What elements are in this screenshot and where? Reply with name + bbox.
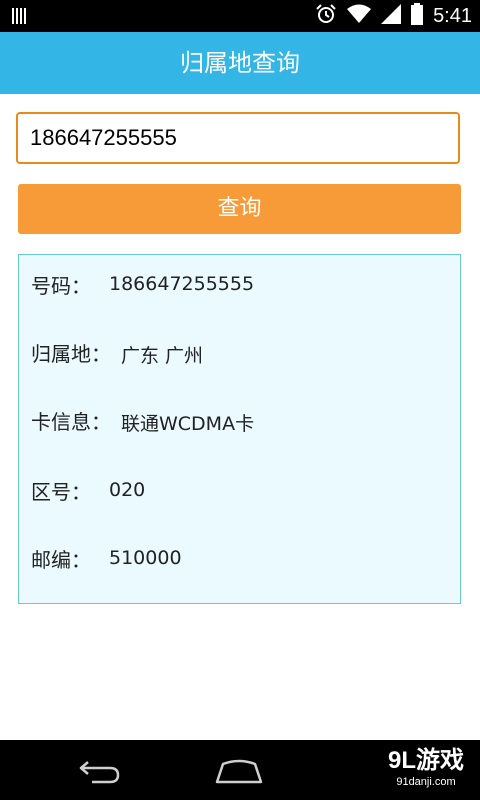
back-icon[interactable] — [78, 758, 122, 788]
app-bar: 归属地查询 — [0, 32, 480, 94]
alarm-icon — [315, 3, 337, 29]
status-time: 5:41 — [433, 5, 472, 27]
result-row-card-info: 卡信息： — [31, 405, 111, 435]
page-title: 归属地查询 — [180, 49, 300, 77]
result-label: 邮编： — [31, 547, 91, 572]
result-row-postcode: 邮编： — [31, 543, 91, 573]
result-row-area-code: 区号： — [31, 475, 91, 505]
battery-icon — [411, 3, 424, 29]
navigation-bar: 9L游戏 91danji.com — [0, 740, 480, 800]
result-label: 区号： — [31, 479, 91, 504]
result-label: 号码： — [31, 273, 91, 298]
result-row-location: 归属地： — [31, 337, 111, 367]
result-value: 186647255555 — [109, 273, 255, 295]
query-button[interactable]: 查询 — [18, 184, 461, 234]
result-row-number: 号码： — [31, 269, 91, 299]
result-label: 归属地： — [31, 341, 111, 366]
result-label: 卡信息： — [31, 409, 111, 434]
result-value: 广东 广州 — [121, 345, 204, 367]
result-value: 020 — [109, 479, 146, 501]
sim-bars-icon — [12, 8, 28, 28]
watermark-logo: 9L游戏 91danji.com — [388, 746, 464, 788]
signal-icon — [381, 4, 402, 28]
result-value: 联通WCDMA卡 — [121, 413, 255, 435]
result-panel: 号码： 186647255555 归属地： 广东 广州 卡信息： 联通WCDMA… — [18, 254, 461, 604]
result-value: 510000 — [109, 547, 182, 569]
status-bar: 5:41 — [0, 0, 480, 32]
phone-number-input[interactable] — [16, 112, 460, 164]
watermark-brand: 9L游戏 — [387, 747, 464, 774]
watermark-url: 91danji.com — [396, 776, 456, 788]
home-icon[interactable] — [214, 758, 264, 788]
wifi-icon — [347, 4, 372, 28]
